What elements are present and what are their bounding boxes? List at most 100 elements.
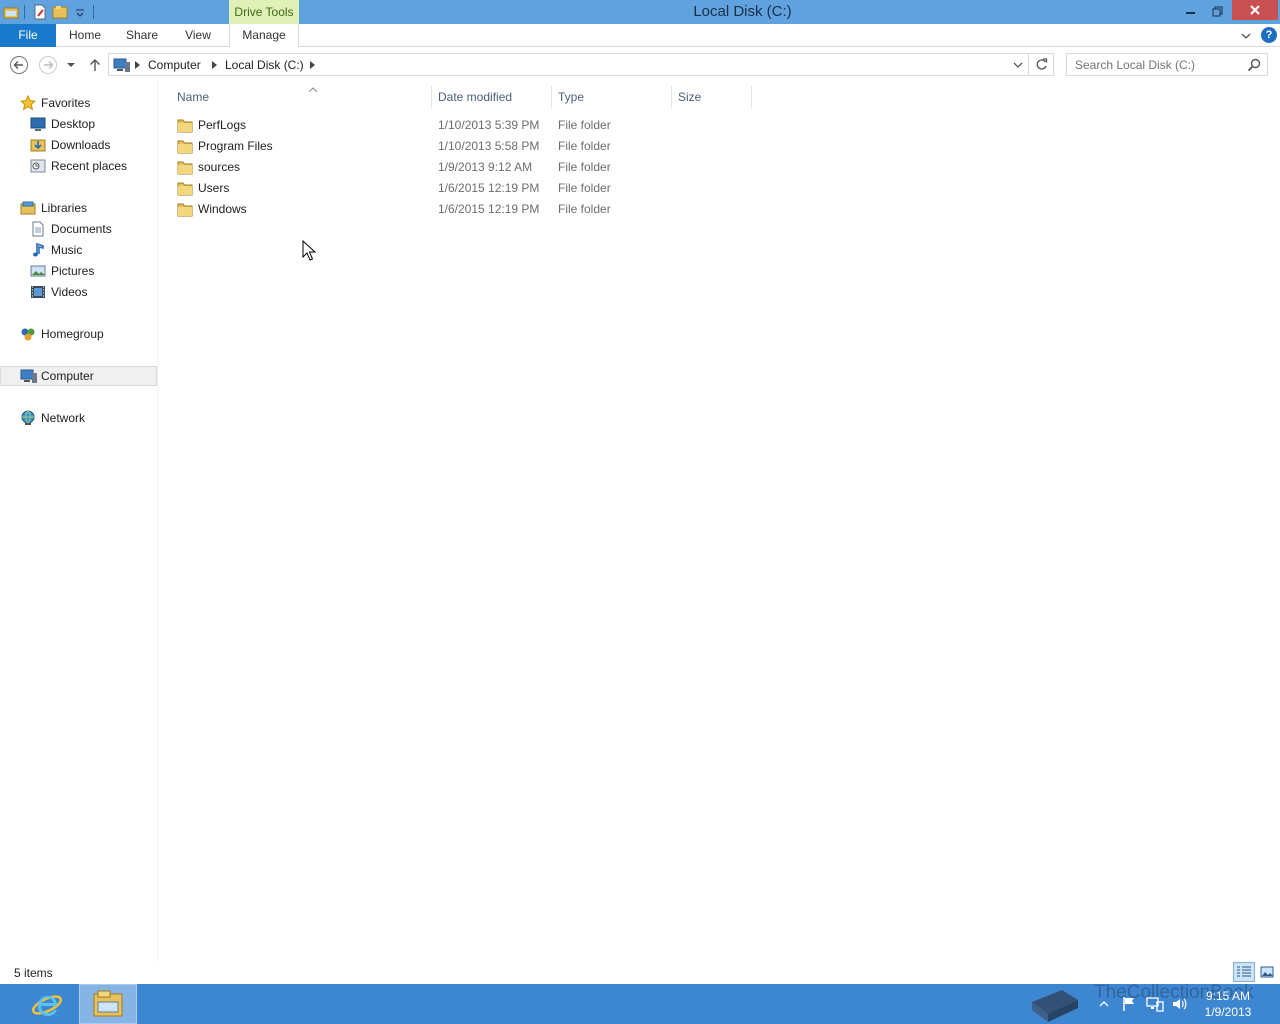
breadcrumb-chevron-icon[interactable]	[210, 59, 218, 71]
nav-videos[interactable]: Videos	[0, 282, 157, 302]
refresh-icon	[1036, 58, 1047, 70]
computer-icon	[20, 368, 37, 384]
nav-item-label: Desktop	[51, 117, 96, 131]
nav-pictures[interactable]: Pictures	[0, 261, 157, 281]
breadcrumb-chevron-icon[interactable]	[308, 59, 316, 71]
folder-icon	[177, 160, 193, 175]
show-hidden-icons-button[interactable]	[1099, 994, 1113, 1014]
music-icon	[30, 242, 46, 258]
column-header-date-modified[interactable]: Date modified	[432, 86, 552, 108]
internet-explorer-taskbar-button[interactable]	[22, 984, 72, 1024]
pictures-icon	[30, 263, 46, 279]
forward-arrow-icon	[39, 56, 57, 74]
file-date-modified: 1/6/2015 12:19 PM	[438, 181, 540, 195]
tab-view[interactable]: View	[178, 24, 218, 47]
computer-icon	[113, 57, 130, 73]
table-row[interactable]: sources 1/9/2013 9:12 AM File folder	[171, 157, 761, 178]
search-input[interactable]	[1067, 54, 1243, 75]
downloads-icon	[30, 137, 46, 153]
nav-documents[interactable]: Documents	[0, 219, 157, 239]
nav-favorites[interactable]: Favorites	[0, 93, 157, 113]
column-header-label: Type	[558, 90, 585, 104]
file-list: Name Date modified Type Size PerfLogs 1/…	[159, 82, 1280, 962]
nav-item-label: Network	[41, 411, 86, 425]
action-center-button[interactable]	[1122, 994, 1138, 1014]
title-bar: Drive Tools Local Disk (C:)	[0, 0, 1280, 24]
nav-recent-places[interactable]: Recent places	[0, 156, 157, 176]
file-date-modified: 1/10/2013 5:39 PM	[438, 118, 540, 132]
file-name: Program Files	[198, 139, 273, 153]
file-explorer-taskbar-button[interactable]	[79, 984, 137, 1024]
nav-libraries[interactable]: Libraries	[0, 198, 157, 218]
nav-downloads[interactable]: Downloads	[0, 135, 157, 155]
mouse-pointer-icon	[302, 239, 317, 261]
nav-desktop[interactable]: Desktop	[0, 114, 157, 134]
breadcrumb-local-disk[interactable]: Local Disk (C:)	[225, 57, 304, 73]
libraries-icon	[20, 200, 36, 216]
column-header-label: Size	[678, 90, 702, 104]
tab-share[interactable]: Share	[120, 24, 164, 47]
book-logo-icon	[1032, 990, 1078, 1022]
nav-computer[interactable]: Computer	[0, 366, 157, 386]
nav-item-label: Libraries	[41, 201, 88, 215]
column-header-size[interactable]: Size	[672, 86, 752, 108]
nav-network[interactable]: Network	[0, 408, 157, 428]
file-name: sources	[198, 160, 241, 174]
network-status-button[interactable]	[1146, 994, 1164, 1014]
refresh-button[interactable]	[1029, 53, 1054, 76]
address-dropdown-chevron-icon[interactable]	[1010, 57, 1026, 73]
file-type: File folder	[558, 139, 611, 153]
speaker-icon	[1173, 998, 1187, 1010]
navigation-pane: Favorites Desktop Downloads Recent place…	[0, 82, 158, 962]
table-row[interactable]: Users 1/6/2015 12:19 PM File folder	[171, 178, 761, 199]
help-icon[interactable]: ?	[1261, 27, 1277, 43]
file-type: File folder	[558, 202, 611, 216]
tab-manage[interactable]: Manage	[229, 24, 299, 47]
network-status-icon	[1146, 997, 1164, 1012]
breadcrumb-computer[interactable]: Computer	[148, 57, 201, 73]
breadcrumb-chevron-icon[interactable]	[133, 59, 141, 71]
search-box[interactable]	[1066, 53, 1268, 76]
tab-file[interactable]: File	[0, 24, 56, 47]
nav-item-label: Homegroup	[41, 327, 104, 341]
chevron-down-icon	[67, 63, 75, 67]
nav-item-label: Pictures	[51, 264, 95, 278]
homegroup-icon	[20, 326, 36, 342]
volume-button[interactable]	[1171, 994, 1187, 1014]
search-icon[interactable]	[1247, 58, 1261, 72]
minimize-button[interactable]	[1178, 0, 1204, 22]
table-row[interactable]: Windows 1/6/2015 12:19 PM File folder	[171, 199, 761, 220]
forward-button[interactable]	[37, 54, 59, 76]
table-row[interactable]: Program Files 1/10/2013 5:58 PM File fol…	[171, 136, 761, 157]
column-header-label: Date modified	[438, 90, 513, 104]
recent-places-icon	[30, 158, 46, 174]
internet-explorer-icon	[31, 995, 63, 1016]
file-date-modified: 1/6/2015 12:19 PM	[438, 202, 540, 216]
restore-button[interactable]	[1204, 0, 1230, 22]
file-type: File folder	[558, 118, 611, 132]
up-button[interactable]	[84, 54, 106, 76]
expand-ribbon-chevron-icon[interactable]	[1238, 28, 1254, 44]
taskbar: TheCollectionBook 9:15 AM 1/9/2013	[0, 982, 1280, 1024]
nav-music[interactable]: Music	[0, 240, 157, 260]
column-header-name[interactable]: Name	[171, 86, 432, 108]
file-name: Users	[198, 181, 230, 195]
tab-home[interactable]: Home	[62, 24, 108, 47]
close-button[interactable]	[1232, 0, 1278, 20]
address-bar[interactable]: Computer Local Disk (C:)	[108, 53, 1029, 76]
column-header-label: Name	[177, 90, 210, 104]
nav-item-label: Computer	[41, 369, 94, 383]
nav-item-label: Documents	[51, 222, 112, 236]
back-button[interactable]	[8, 54, 30, 76]
column-header-type[interactable]: Type	[552, 86, 672, 108]
taskbar-clock[interactable]: 9:15 AM 1/9/2013	[1196, 988, 1260, 1020]
file-name: Windows	[198, 202, 247, 216]
recent-locations-button[interactable]	[63, 54, 79, 76]
back-arrow-icon	[10, 56, 28, 74]
nav-homegroup[interactable]: Homegroup	[0, 324, 157, 344]
file-name: PerfLogs	[198, 118, 247, 132]
restore-icon	[1212, 6, 1222, 16]
table-row[interactable]: PerfLogs 1/10/2013 5:39 PM File folder	[171, 115, 761, 136]
nav-item-label: Downloads	[51, 138, 111, 152]
window-title: Local Disk (C:)	[693, 3, 792, 20]
